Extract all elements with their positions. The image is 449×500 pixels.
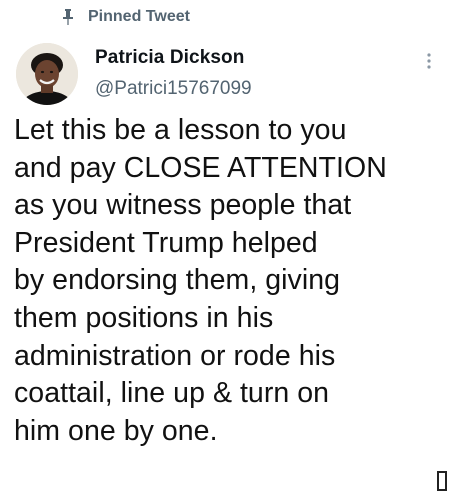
tweet-text-line: administration or rode his <box>14 339 336 372</box>
tweet-text-line: coattail, line up & turn on <box>14 377 330 410</box>
tweet-text-line: as you witness people that <box>14 189 352 222</box>
tweet-text: Let this be a lesson to you and pay CLOS… <box>14 112 444 450</box>
tweet-text-line: President Trump helped <box>14 226 318 259</box>
tweet-text-line: him one by one. <box>14 414 218 447</box>
tweet-text-line: and pay CLOSE ATTENTION <box>14 151 387 184</box>
tweet-text-line: Let this be a lesson to you <box>14 114 347 146</box>
author-display-name[interactable]: Patricia Dickson <box>95 47 244 69</box>
pinned-indicator: Pinned Tweet <box>62 8 190 26</box>
more-options-button[interactable] <box>420 50 438 72</box>
pin-icon <box>63 9 73 25</box>
avatar[interactable] <box>16 43 78 105</box>
pinned-label: Pinned Tweet <box>88 8 190 25</box>
tweet-text-line: them positions in his <box>14 301 274 334</box>
more-options-icon <box>427 53 431 69</box>
tweet-text-line: by endorsing them, giving <box>14 264 341 297</box>
profile-photo <box>16 43 78 105</box>
author-handle[interactable]: @Patrici15767099 <box>95 78 252 100</box>
corner-frame-mark <box>437 471 447 491</box>
tweet-card[interactable]: Pinned Tweet Patricia Dickson @Patrici15… <box>0 0 449 500</box>
